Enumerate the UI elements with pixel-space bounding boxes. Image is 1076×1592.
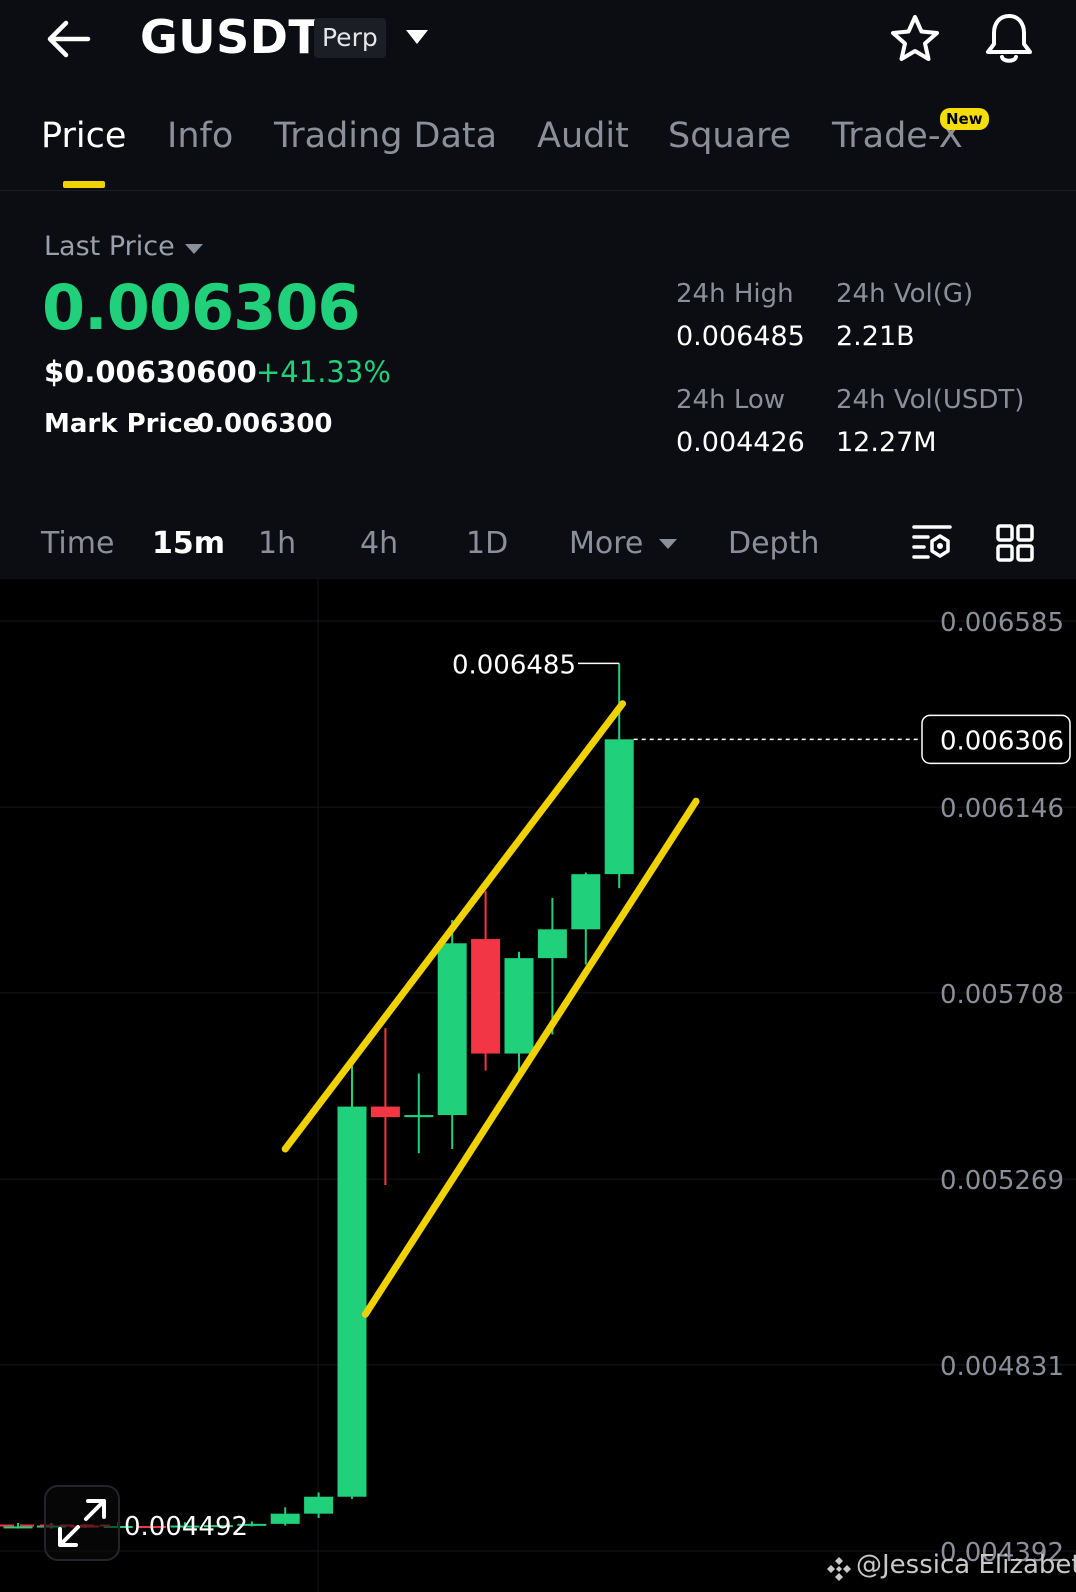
y-tick-label: 0.004831: [940, 1352, 1064, 1382]
timeframe-1h[interactable]: 1h: [258, 526, 296, 561]
last-price: 0.006306: [42, 271, 361, 344]
candle-body: [270, 1513, 300, 1524]
candle-body: [437, 943, 467, 1116]
binance-logo-icon: [826, 1556, 852, 1582]
caret-down-icon[interactable]: [658, 536, 678, 550]
usd-price: $0.00630600: [44, 355, 257, 389]
candle-body: [404, 1115, 434, 1118]
candle-body: [370, 1106, 400, 1118]
grid-layout-icon[interactable]: [996, 524, 1034, 562]
channel-trendline: [361, 797, 700, 1318]
candle-body: [571, 874, 601, 930]
caret-down-icon[interactable]: [184, 241, 204, 255]
candle-body: [3, 1526, 33, 1529]
timeframe-15m[interactable]: 15m: [152, 526, 225, 561]
price-chart[interactable]: 0.006585 0.006146 0.005708 0.005269 0.004831…: [0, 577, 1076, 1592]
y-tick-label: 0.006146: [940, 794, 1064, 824]
chevron-down-icon[interactable]: [404, 26, 430, 48]
active-tab-indicator: [63, 181, 105, 188]
tab-info[interactable]: Info: [167, 116, 233, 156]
change-percent: +41.33%: [256, 355, 391, 389]
mark-price: 0.006300: [196, 409, 333, 439]
watermark: @Jessica Elizabeth: [856, 1550, 1076, 1580]
tab-price[interactable]: Price: [41, 116, 126, 156]
vol-quote-value: 12.27M: [836, 427, 937, 458]
timeframe-1d[interactable]: 1D: [466, 526, 508, 561]
candle-body: [504, 958, 534, 1054]
low-value: 0.004426: [676, 427, 805, 458]
top-bar: GUSDT Perp Price Info Trading Data Audit…: [0, 0, 1076, 190]
back-arrow-icon[interactable]: [40, 14, 100, 64]
max-price-label: 0.006485: [452, 650, 576, 680]
expand-icon[interactable]: [44, 1485, 120, 1561]
star-icon[interactable]: [888, 12, 942, 66]
candle-body: [471, 939, 501, 1054]
vol-base-value: 2.21B: [836, 321, 915, 352]
y-tick-label: 0.005269: [940, 1166, 1064, 1196]
timeframe-time[interactable]: Time: [41, 526, 114, 561]
last-price-tag: 0.006306: [940, 726, 1064, 756]
tab-square[interactable]: Square: [668, 116, 791, 156]
y-tick-label: 0.005708: [940, 980, 1064, 1010]
low-label: 24h Low: [676, 385, 786, 415]
candle-body: [304, 1496, 334, 1514]
contract-type-badge: Perp: [314, 18, 386, 58]
high-value: 0.006485: [676, 321, 805, 352]
high-label: 24h High: [676, 279, 794, 309]
symbol-title[interactable]: GUSDT: [140, 10, 320, 64]
tab-trading-data[interactable]: Trading Data: [274, 116, 497, 156]
candle-body: [604, 739, 634, 875]
y-tick-label: 0.006585: [940, 608, 1064, 638]
vol-base-label: 24h Vol(G): [836, 279, 974, 309]
mark-price-label: Mark Price: [44, 409, 201, 439]
bell-icon[interactable]: [982, 10, 1036, 66]
indicator-settings-icon[interactable]: [910, 522, 954, 562]
last-price-label[interactable]: Last Price: [44, 231, 175, 262]
new-badge: New: [940, 108, 989, 130]
candle-body: [537, 929, 567, 959]
candle-body: [337, 1106, 367, 1497]
depth-tab[interactable]: Depth: [728, 526, 819, 561]
min-price-label: 0.004492: [124, 1512, 248, 1542]
timeframe-more[interactable]: More: [569, 526, 643, 561]
ticker-panel: Last Price 0.006306 $0.00630600 +41.33% …: [0, 190, 1076, 578]
tab-audit[interactable]: Audit: [537, 116, 629, 156]
vol-quote-label: 24h Vol(USDT): [836, 385, 1025, 415]
timeframe-4h[interactable]: 4h: [360, 526, 398, 561]
